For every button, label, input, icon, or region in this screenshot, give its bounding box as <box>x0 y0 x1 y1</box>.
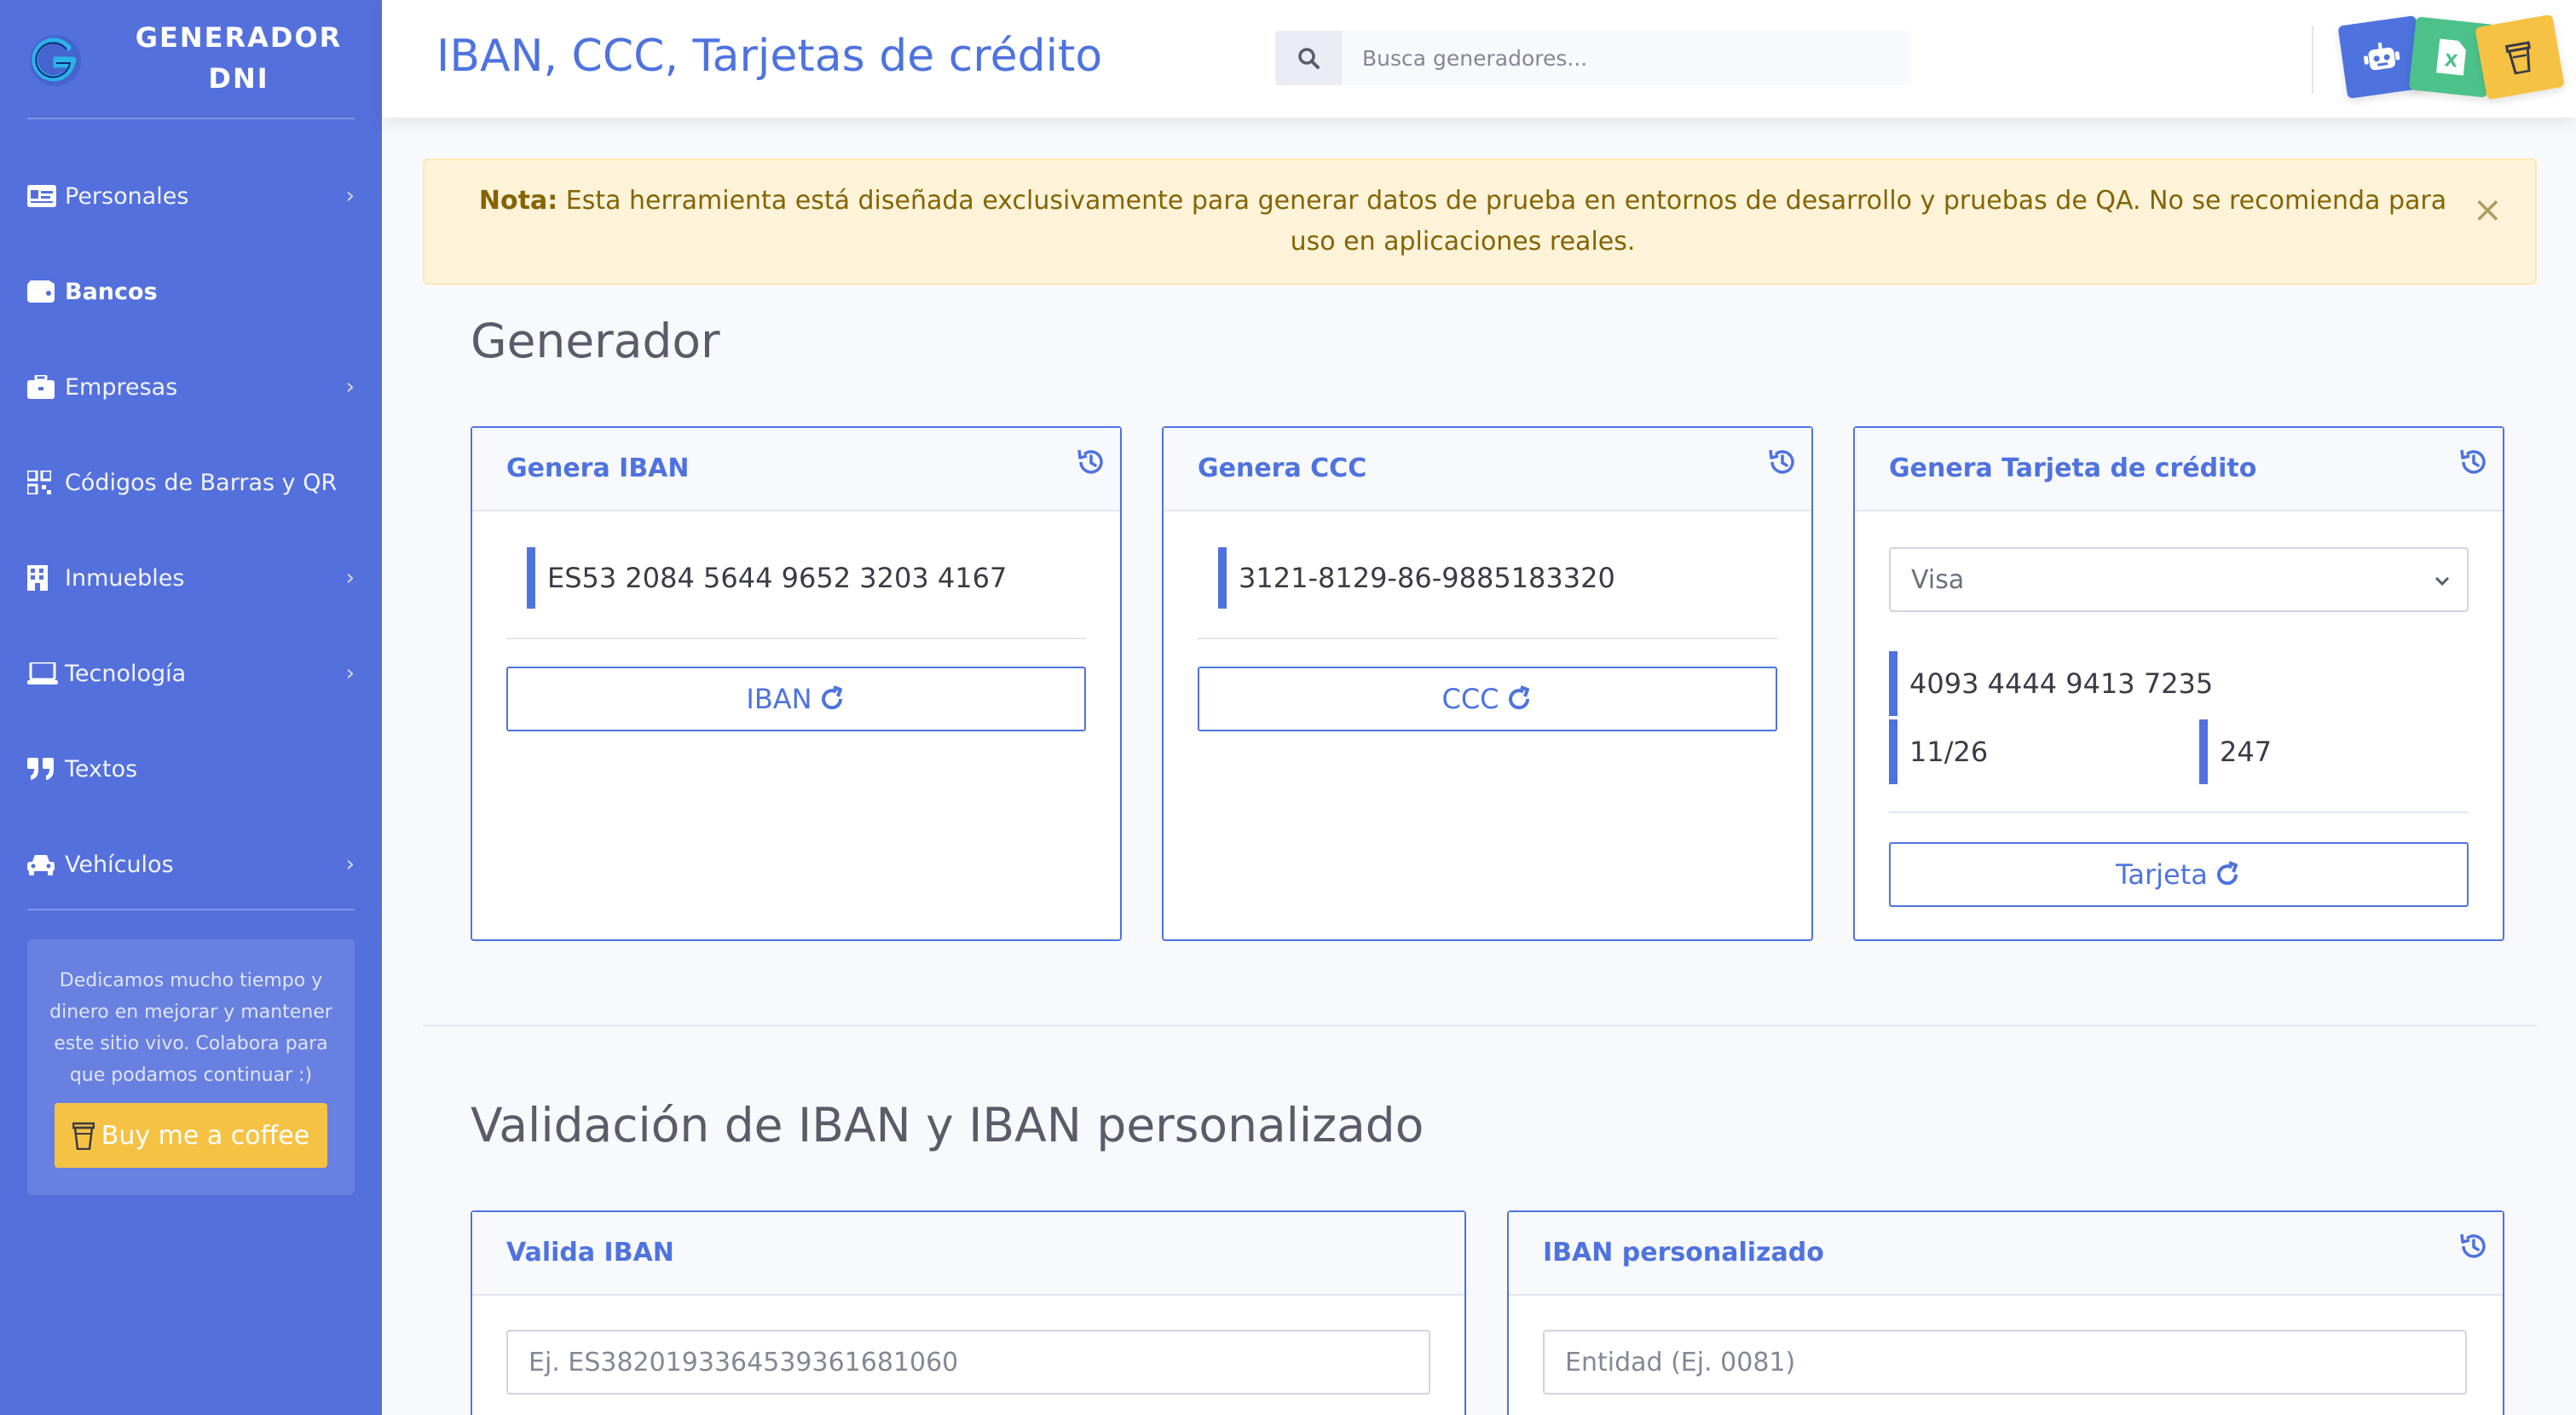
card-title: Valida IBAN <box>506 1238 674 1268</box>
car-icon <box>27 851 61 878</box>
section-divider <box>423 1025 2537 1026</box>
chevron-right-icon: › <box>345 565 355 591</box>
card-divider <box>506 638 1086 639</box>
search-bar <box>1275 31 1911 85</box>
chevron-right-icon: › <box>345 183 355 209</box>
search-icon <box>1298 48 1320 69</box>
card-number: 4093 4444 9413 7235 <box>1889 651 2213 716</box>
ccc-value: 3121-8129-86-9885183320 <box>1218 547 1615 609</box>
buy-me-a-coffee-button[interactable]: Buy me a coffee <box>55 1103 327 1168</box>
history-icon[interactable] <box>2457 445 2491 479</box>
card-type-select[interactable]: Visa <box>1889 547 2469 612</box>
validate-iban-input[interactable] <box>506 1330 1430 1395</box>
entity-input[interactable] <box>1543 1330 2467 1395</box>
briefcase-icon <box>27 373 61 401</box>
card-divider <box>1889 811 2469 813</box>
validation-heading: Validación de IBAN y IBAN personalizado <box>471 1098 1424 1152</box>
generate-card-button[interactable]: Tarjeta <box>1889 842 2469 907</box>
sidebar-item-inmuebles[interactable]: Inmuebles › <box>27 552 355 604</box>
search-button[interactable] <box>1275 31 1342 85</box>
generate-ccc-button[interactable]: CCC <box>1198 667 1777 731</box>
close-icon[interactable]: × <box>2473 189 2503 230</box>
topbar: IBAN, CCC, Tarjetas de crédito X <box>382 0 2576 118</box>
sidebar-item-codigos[interactable]: Códigos de Barras y QR <box>27 457 355 508</box>
ccc-card: Genera CCC 3121-8129-86-9885183320 CCC <box>1162 426 1813 941</box>
card-title: Genera CCC <box>1198 453 1367 483</box>
robot-icon <box>2363 42 2400 71</box>
brand[interactable]: GENERADOR DNI <box>0 0 382 119</box>
iban-value: ES53 2084 5644 9652 3203 4167 <box>527 547 1007 609</box>
iban-card: Genera IBAN ES53 2084 5644 9652 3203 416… <box>471 426 1122 941</box>
validate-iban-card: Valida IBAN <box>471 1210 1466 1415</box>
svg-text:X: X <box>2444 49 2459 72</box>
credit-card-card: Genera Tarjeta de crédito Visa 4093 4444… <box>1853 426 2504 941</box>
card-expiry: 11/26 <box>1889 719 1988 784</box>
page-title: IBAN, CCC, Tarjetas de crédito <box>436 31 1103 82</box>
laptop-icon <box>27 660 61 687</box>
brand-name: GENERADOR DNI <box>135 21 343 95</box>
search-input[interactable] <box>1342 31 1911 85</box>
chevron-down-icon <box>2434 576 2450 586</box>
refresh-icon <box>821 685 842 710</box>
custom-iban-card: IBAN personalizado <box>1507 1210 2504 1415</box>
donate-box: Dedicamos mucho tiempo y dinero en mejor… <box>27 939 355 1195</box>
history-icon[interactable] <box>1074 445 1108 479</box>
coffee-cup-icon <box>72 1122 95 1150</box>
card-divider <box>1198 638 1777 639</box>
sidebar-item-textos[interactable]: Textos <box>27 743 355 794</box>
history-icon[interactable] <box>2457 1229 2491 1263</box>
alert-text: Esta herramienta está diseñada exclusiva… <box>565 186 2447 257</box>
history-icon[interactable] <box>1765 445 1799 479</box>
coffee-tile[interactable] <box>2475 14 2565 101</box>
chevron-right-icon: › <box>345 852 355 877</box>
note-alert: Nota: Esta herramienta está diseñada exc… <box>423 159 2537 285</box>
generate-iban-button[interactable]: IBAN <box>506 667 1086 731</box>
chevron-right-icon: › <box>345 374 355 400</box>
sidebar-item-tecnologia[interactable]: Tecnología › <box>27 648 355 699</box>
wallet-icon <box>27 278 61 305</box>
building-icon <box>27 564 61 592</box>
card-header: Genera Tarjeta de crédito <box>1855 428 2503 511</box>
card-title: Genera IBAN <box>506 453 690 483</box>
alert-label: Nota: <box>478 186 558 216</box>
sidebar-item-vehiculos[interactable]: Vehículos › <box>27 839 355 890</box>
card-title: Genera Tarjeta de crédito <box>1889 453 2257 483</box>
coffee-cup-icon <box>2504 41 2531 75</box>
sidebar-item-empresas[interactable]: Empresas › <box>27 361 355 413</box>
card-header: Genera IBAN <box>472 428 1120 511</box>
card-header: Genera CCC <box>1164 428 1811 511</box>
card-cvv: 247 <box>2199 719 2272 784</box>
card-title: IBAN personalizado <box>1543 1238 1824 1268</box>
donate-text: Dedicamos mucho tiempo y dinero en mejor… <box>49 970 332 1086</box>
id-card-icon <box>27 182 61 210</box>
sidebar-item-bancos[interactable]: Bancos <box>27 266 355 317</box>
excel-icon: X <box>2435 38 2466 76</box>
brand-logo-icon <box>30 35 81 86</box>
qrcode-icon <box>27 469 61 496</box>
refresh-icon <box>1508 685 1529 710</box>
quote-icon <box>27 755 61 783</box>
topbar-divider <box>2312 26 2313 94</box>
sidebar-divider <box>27 118 355 119</box>
card-header: Valida IBAN <box>472 1212 1464 1296</box>
card-header: IBAN personalizado <box>1509 1212 2503 1296</box>
sidebar: GENERADOR DNI Personales › Bancos Empres… <box>0 0 382 1415</box>
sidebar-item-personales[interactable]: Personales › <box>27 170 355 222</box>
generator-heading: Generador <box>471 314 720 368</box>
refresh-icon <box>2216 861 2238 886</box>
chevron-right-icon: › <box>345 661 355 686</box>
sidebar-divider <box>27 909 355 910</box>
